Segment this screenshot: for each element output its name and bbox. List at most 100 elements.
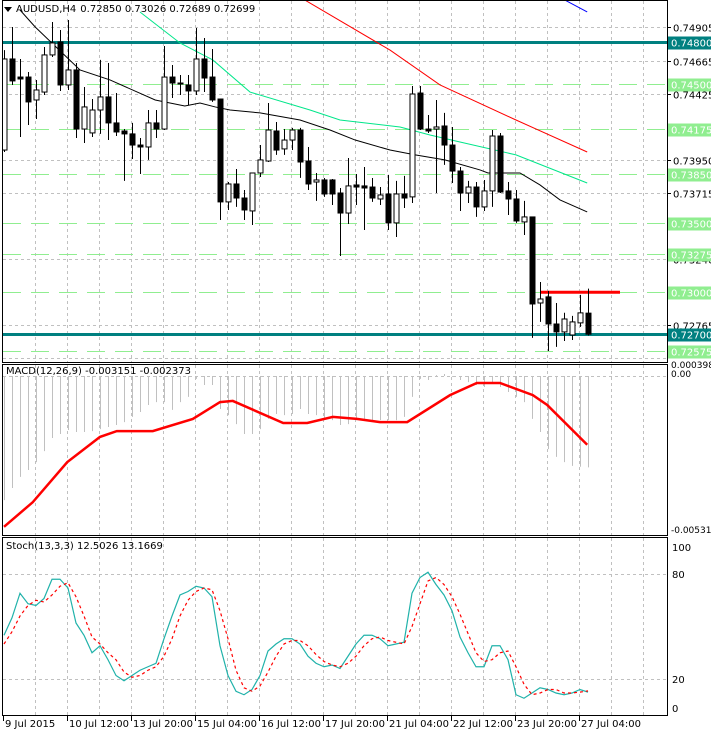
candle[interactable] [49,21,56,58]
candle[interactable] [161,46,168,131]
stochastic-axis-label: 0 [672,704,678,715]
time-axis-label: 27 Jul 04:00 [581,719,641,730]
candle[interactable] [249,172,256,225]
bear-candle-body [513,198,520,222]
candle[interactable] [105,62,112,141]
candle[interactable] [9,26,16,85]
candle[interactable] [113,93,120,136]
candle[interactable] [225,182,232,210]
candle[interactable] [465,180,472,204]
candle[interactable] [145,109,152,160]
bull-candle-body [81,106,88,130]
candle[interactable] [17,58,24,137]
price-panel[interactable] [2,0,667,352]
candle[interactable] [481,179,488,211]
bull-candle-body [489,135,496,192]
candle[interactable] [25,72,32,126]
candle[interactable] [169,64,176,99]
candle[interactable] [361,167,368,230]
candle[interactable] [41,47,48,95]
candle[interactable] [289,127,296,151]
candle[interactable] [329,178,336,205]
candle[interactable] [545,290,552,351]
candle[interactable] [57,30,64,91]
candle[interactable] [473,182,480,217]
candle[interactable] [505,182,512,215]
bull-candle-body [49,42,56,56]
candle[interactable] [265,103,272,163]
bear-candle-body [129,133,136,146]
candle[interactable] [137,137,144,174]
candle[interactable] [529,216,536,338]
candle[interactable] [553,302,560,347]
time-axis-label: 17 Jul 20:00 [325,719,385,730]
bull-candle-body [249,172,256,212]
macd-title: MACD(12,26,9) -0.003151 -0.002373 [6,366,191,377]
candle[interactable] [497,132,504,194]
candle[interactable] [441,112,448,165]
triangle-down-icon[interactable] [4,7,12,12]
candle[interactable] [425,115,432,133]
candle[interactable] [393,180,400,237]
candle[interactable] [489,130,496,207]
candle[interactable] [65,20,72,90]
candle[interactable] [569,315,576,340]
bear-candle-body [17,76,24,80]
bear-candle-body [441,125,448,146]
candle[interactable] [577,294,584,327]
time-axis-label: 16 Jul 12:00 [261,719,321,730]
candle[interactable] [217,98,224,220]
bull-candle-body [65,69,72,86]
bear-candle-body [113,122,120,133]
macd-panel[interactable] [3,373,667,528]
candle[interactable] [97,59,104,134]
candle[interactable] [537,282,544,322]
bear-candle-body [177,82,184,85]
candle[interactable] [417,85,424,131]
candle[interactable] [201,37,208,93]
bear-candle-body [449,144,456,172]
candle[interactable] [209,48,216,102]
candle[interactable] [369,177,376,202]
candle[interactable] [313,172,320,201]
candle[interactable] [89,99,96,137]
candle[interactable] [121,129,128,181]
candle[interactable] [153,109,160,138]
candle[interactable] [521,200,528,236]
stochastic-signal-line [3,576,589,696]
candle[interactable] [337,188,344,256]
candle[interactable] [321,177,328,197]
candle[interactable] [81,87,88,143]
bear-candle-body [201,58,208,79]
candle[interactable] [281,129,288,155]
candle[interactable] [401,175,408,209]
candle[interactable] [513,189,520,223]
candle[interactable] [353,173,360,205]
candle[interactable] [297,127,304,178]
time-axis-label: 10 Jul 12:00 [69,719,129,730]
candle[interactable] [385,174,392,230]
candle[interactable] [585,288,592,336]
candle[interactable] [305,146,312,190]
candle[interactable] [561,312,568,341]
bear-candle-body [209,76,216,101]
candle[interactable] [273,121,280,155]
ma-slowest-line [565,1,588,13]
candle[interactable] [377,187,384,205]
candle[interactable] [73,62,80,138]
candle[interactable] [257,145,264,178]
candle[interactable] [193,27,200,95]
candle[interactable] [33,79,40,120]
candle[interactable] [457,167,464,211]
price-axis-label: 0.74425 [673,91,711,102]
stochastic-panel[interactable] [3,571,667,699]
candle[interactable] [185,74,192,105]
candle[interactable] [409,85,416,204]
bear-candle-body [273,130,280,151]
time-axis-label: 23 Jul 20:00 [517,719,577,730]
bear-candle-body [25,76,32,103]
candle[interactable] [345,157,352,225]
candle[interactable] [241,189,248,220]
candle[interactable] [433,99,440,194]
candle[interactable] [129,122,136,159]
